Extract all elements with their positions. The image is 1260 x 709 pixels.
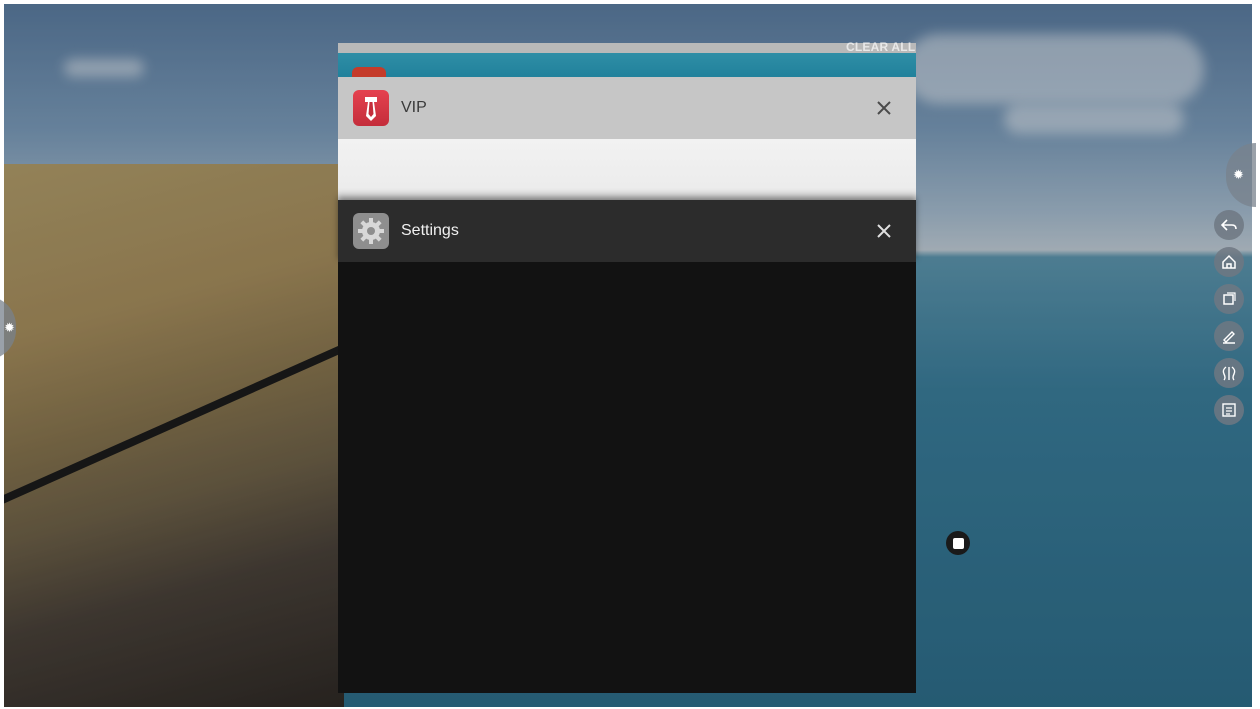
recents-icon: [1223, 292, 1236, 305]
task-card-title: VIP: [401, 99, 427, 116]
annotate-button[interactable]: [1214, 321, 1244, 351]
gear-icon: [353, 213, 389, 249]
back-button[interactable]: [1214, 210, 1244, 240]
close-icon: [877, 101, 891, 115]
split-icon: [1222, 366, 1236, 381]
gear-icon: ✹: [1233, 167, 1244, 182]
task-card-settings[interactable]: Settings: [338, 200, 916, 262]
square-icon: [952, 537, 964, 549]
task-card-vip-preview[interactable]: [338, 139, 916, 200]
task-card-title: Settings: [401, 222, 459, 239]
window-icon: [1222, 403, 1236, 417]
split-screen-button[interactable]: [1214, 358, 1244, 388]
pen-icon: [1223, 331, 1235, 344]
close-icon: [877, 224, 891, 238]
close-vip-button[interactable]: [870, 94, 898, 122]
home-button[interactable]: [1214, 247, 1244, 277]
task-card-vip[interactable]: VIP: [338, 77, 916, 139]
gear-icon: ✹: [4, 320, 15, 335]
window-button[interactable]: [1214, 395, 1244, 425]
floating-button[interactable]: [946, 531, 970, 555]
close-settings-button[interactable]: [870, 217, 898, 245]
task-card-settings-preview[interactable]: [338, 262, 916, 693]
back-icon: [1220, 219, 1237, 231]
recents-button[interactable]: [1214, 284, 1244, 314]
tie-icon: [353, 90, 389, 126]
clear-all-button[interactable]: CLEAR ALL: [846, 40, 915, 54]
home-icon: [1222, 254, 1236, 269]
